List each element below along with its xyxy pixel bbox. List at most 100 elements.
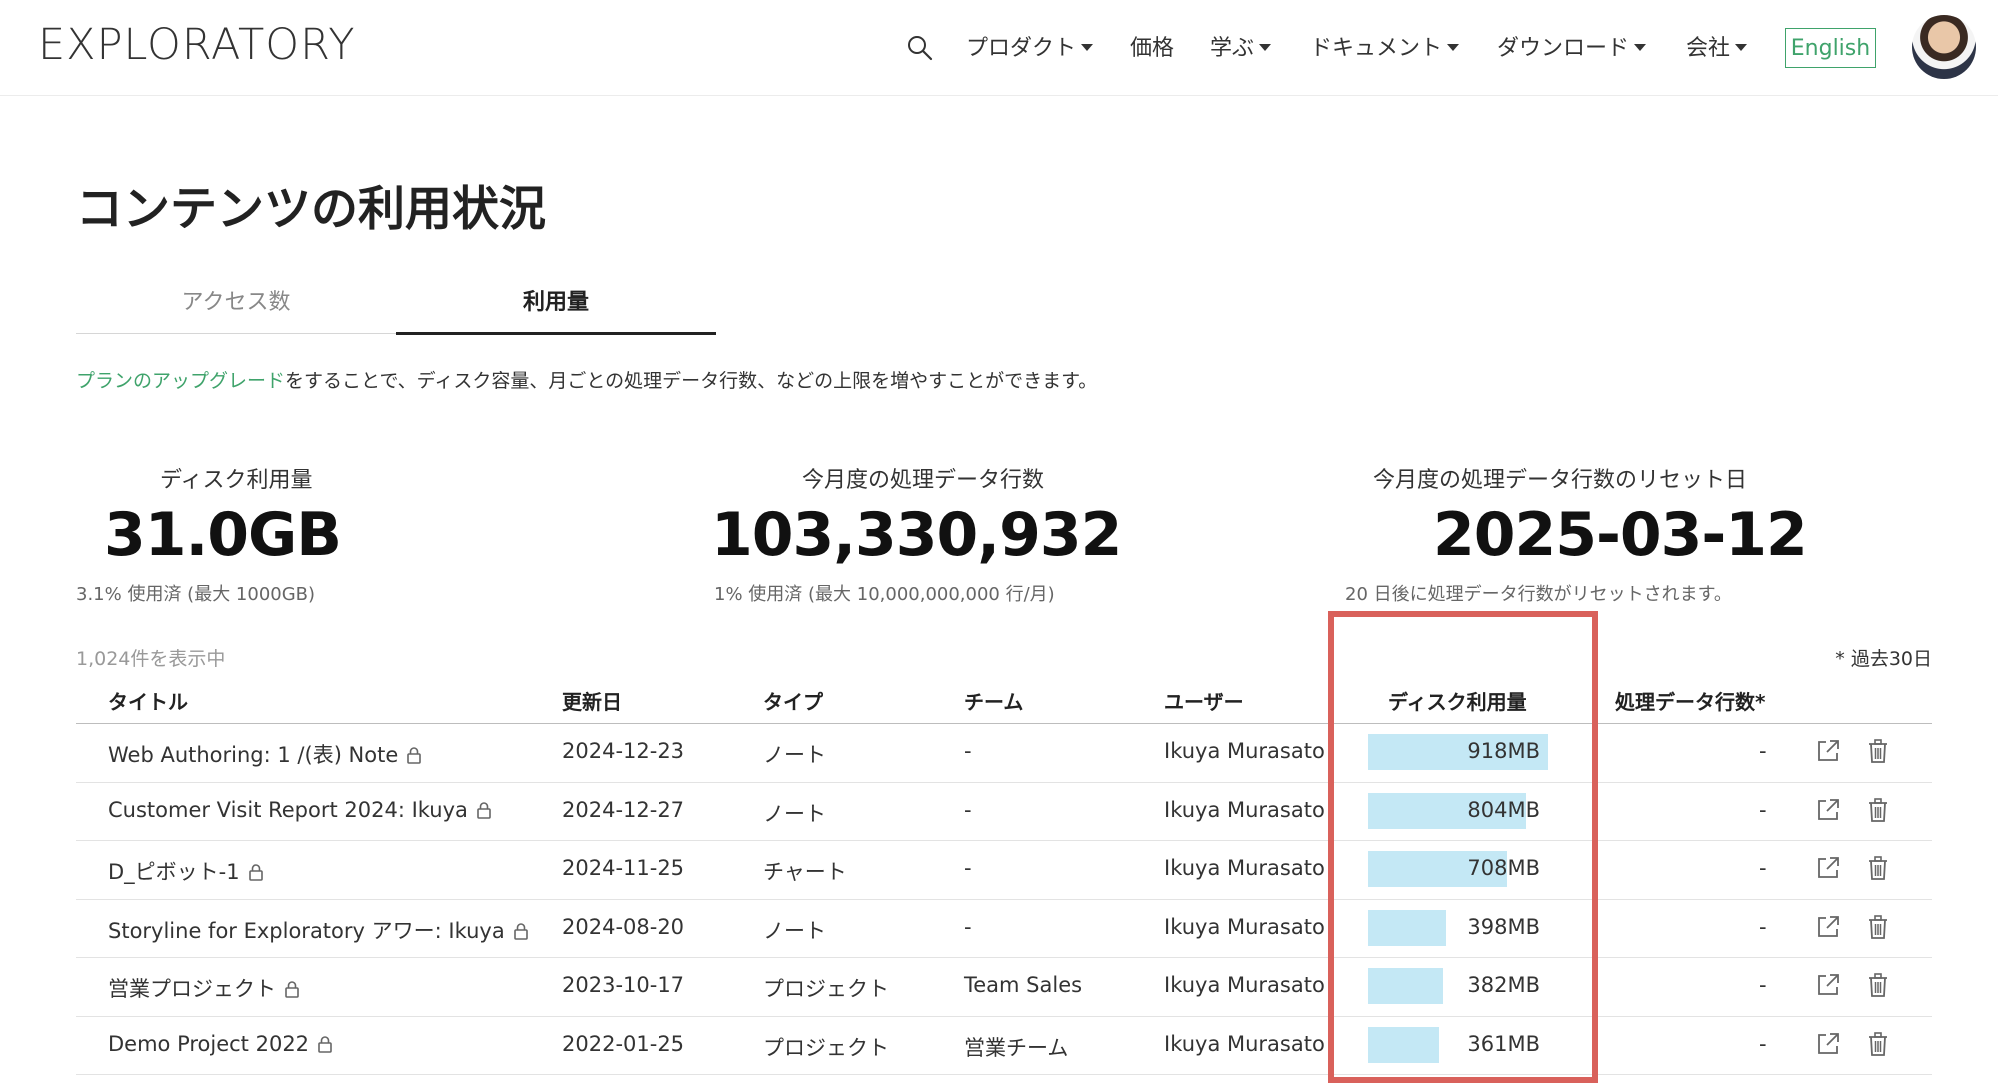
lock-icon	[477, 801, 491, 819]
lock-icon	[407, 747, 422, 764]
reset-label: 今月度の処理データ行数のリセット日	[1373, 468, 1748, 493]
row-rows: -	[1759, 914, 1767, 939]
nav-company[interactable]: 会社	[1686, 30, 1748, 62]
row-disk: 804MB	[1467, 797, 1540, 822]
avatar[interactable]	[1912, 15, 1976, 79]
logo[interactable]: EXPLORATORY	[38, 20, 356, 70]
row-title[interactable]: Storyline for Exploratory アワー: Ikuya	[108, 915, 529, 945]
col-team[interactable]: チーム	[964, 686, 1023, 715]
table-row[interactable]: Customer Visit Report 2024: Ikuya 2024-12…	[76, 783, 1932, 841]
col-type[interactable]: タイプ	[763, 686, 823, 715]
row-title-text[interactable]: D_ピボット-1	[108, 860, 240, 884]
row-updated: 2023-10-17	[562, 973, 685, 997]
row-team: -	[964, 856, 972, 880]
row-team: Team Sales	[964, 973, 1083, 997]
col-title[interactable]: タイトル	[108, 686, 188, 715]
open-external-icon[interactable]	[1814, 854, 1842, 882]
nav-product[interactable]: プロダクト	[966, 30, 1094, 62]
table-row[interactable]: Demo Project 2022 2022-01-25 プロジェクト 営業チーム Ik…	[76, 1017, 1932, 1075]
row-title[interactable]: Customer Visit Report 2024: Ikuya	[108, 798, 492, 822]
trash-icon[interactable]	[1864, 737, 1892, 765]
nav-company-label: 会社	[1686, 36, 1731, 61]
row-rows: -	[1759, 856, 1767, 880]
chevron-down-icon	[1447, 43, 1460, 51]
col-disk[interactable]: ディスク利用量	[1388, 686, 1527, 715]
row-title-text[interactable]: Demo Project 2022	[108, 1032, 309, 1056]
chevron-down-icon	[1259, 43, 1272, 51]
trash-icon[interactable]	[1864, 854, 1892, 882]
open-external-icon[interactable]	[1814, 1030, 1842, 1058]
trash-icon[interactable]	[1864, 1030, 1892, 1058]
row-updated: 2024-11-25	[562, 856, 685, 880]
table-header: タイトル 更新日 タイプ チーム ユーザー ディスク利用量 処理データ行数*	[76, 674, 1932, 724]
top-header: EXPLORATORY プロダクト 価格 学ぶ ドキュメント ダウンロード 会社…	[0, 0, 1998, 96]
table-row[interactable]: Web Authoring: 1 /(表) Note 2024-12-23 ノート -…	[76, 724, 1932, 783]
english-button[interactable]: English	[1785, 28, 1876, 68]
col-rows[interactable]: 処理データ行数*	[1615, 686, 1765, 715]
table-row[interactable]: D_ピボット-1 2024-11-25 チャート - Ikuya Murasato 708…	[76, 841, 1932, 900]
col-updated[interactable]: 更新日	[562, 686, 622, 715]
result-count: 1,024件を表示中	[76, 648, 226, 670]
rows-sub: 1% 使用済 (最大 10,000,000,000 行/月)	[714, 584, 1055, 605]
row-title[interactable]: 営業プロジェクト	[108, 973, 300, 1003]
trash-icon[interactable]	[1864, 913, 1892, 941]
trash-icon[interactable]	[1864, 796, 1892, 824]
chevron-down-icon	[1634, 43, 1647, 51]
row-team: -	[964, 914, 972, 939]
tab-access[interactable]: アクセス数	[76, 284, 396, 316]
row-title[interactable]: Web Authoring: 1 /(表) Note	[108, 739, 422, 769]
row-updated: 2022-01-25	[562, 1031, 685, 1056]
search-icon[interactable]	[906, 34, 934, 62]
lock-icon	[285, 981, 299, 998]
nav-learn[interactable]: 学ぶ	[1210, 30, 1272, 62]
footnote: * 過去30日	[1835, 648, 1932, 670]
col-user[interactable]: ユーザー	[1164, 686, 1244, 715]
row-disk: 361MB	[1467, 1031, 1540, 1056]
open-external-icon[interactable]	[1814, 913, 1842, 941]
row-disk: 398MB	[1467, 914, 1540, 939]
row-type: チャート	[763, 860, 847, 884]
open-external-icon[interactable]	[1814, 737, 1842, 765]
row-rows: -	[1759, 739, 1767, 763]
row-title-text[interactable]: Customer Visit Report 2024: Ikuya	[108, 798, 468, 822]
content-table: タイトル 更新日 タイプ チーム ユーザー ディスク利用量 処理データ行数* W…	[76, 674, 1932, 1075]
row-user: Ikuya Murasato	[1164, 739, 1325, 763]
row-user: Ikuya Murasato	[1164, 973, 1325, 997]
open-external-icon[interactable]	[1814, 971, 1842, 999]
reset-sub: 20 日後に処理データ行数がリセットされます。	[1345, 584, 1732, 605]
upgrade-link[interactable]: プランのアップグレード	[76, 370, 285, 392]
row-user: Ikuya Murasato	[1164, 856, 1325, 880]
row-updated: 2024-12-23	[562, 739, 685, 763]
open-external-icon[interactable]	[1814, 796, 1842, 824]
table-row[interactable]: 営業プロジェクト 2023-10-17 プロジェクト Team Sales Ikuya …	[76, 958, 1932, 1017]
nav-docs-label: ドキュメント	[1310, 36, 1443, 61]
row-updated: 2024-12-27	[562, 797, 685, 822]
row-user: Ikuya Murasato	[1164, 797, 1325, 822]
row-title-text[interactable]: 営業プロジェクト	[108, 977, 276, 1001]
row-type: プロジェクト	[763, 977, 889, 1001]
nav-download[interactable]: ダウンロード	[1497, 30, 1647, 62]
row-rows: -	[1759, 973, 1767, 997]
nav-download-label: ダウンロード	[1497, 36, 1630, 61]
row-title-text[interactable]: Web Authoring: 1 /(表) Note	[108, 743, 398, 767]
row-title[interactable]: Demo Project 2022	[108, 1032, 333, 1056]
nav-pricing[interactable]: 価格	[1130, 30, 1174, 62]
reset-value: 2025-03-12	[1433, 500, 1808, 570]
table-row[interactable]: Storyline for Exploratory アワー: Ikuya 2024…	[76, 900, 1932, 958]
rows-label: 今月度の処理データ行数	[802, 468, 1045, 493]
chevron-down-icon	[1735, 43, 1748, 51]
nav-docs[interactable]: ドキュメント	[1310, 30, 1460, 62]
tab-bar: アクセス数 利用量	[76, 268, 716, 335]
row-disk: 382MB	[1467, 973, 1540, 997]
row-type: ノート	[763, 743, 826, 767]
nav-learn-label: 学ぶ	[1210, 36, 1255, 61]
lock-icon	[513, 922, 528, 940]
nav-product-label: プロダクト	[966, 36, 1077, 61]
disk-usage-label: ディスク利用量	[160, 468, 313, 493]
trash-icon[interactable]	[1864, 971, 1892, 999]
row-title[interactable]: D_ピボット-1	[108, 856, 264, 886]
tab-usage[interactable]: 利用量	[396, 284, 716, 316]
row-title-text[interactable]: Storyline for Exploratory アワー: Ikuya	[108, 919, 505, 943]
upgrade-text: をすることで、ディスク容量、月ごとの処理データ行数、などの上限を増やすことができ…	[285, 370, 1098, 392]
disk-usage-sub: 3.1% 使用済 (最大 1000GB)	[76, 584, 316, 605]
